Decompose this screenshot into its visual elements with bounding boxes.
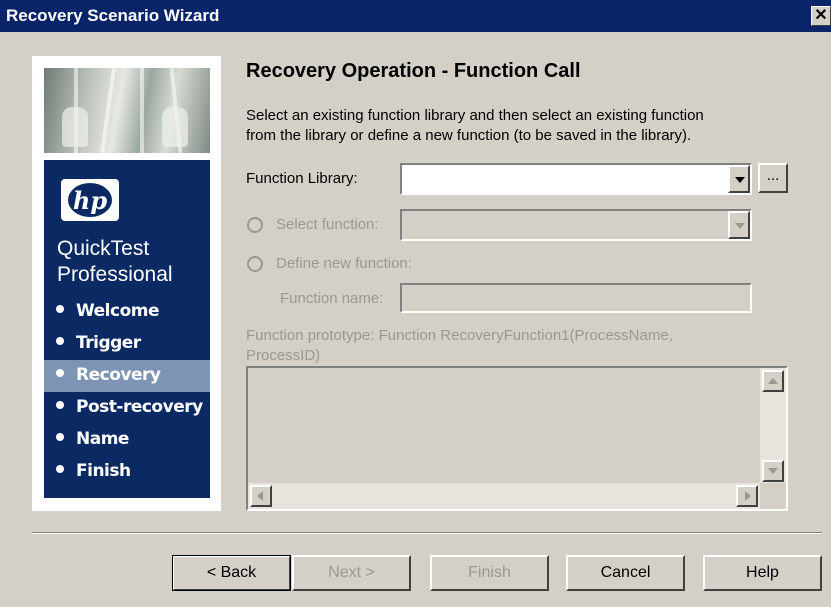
function-prototype-text: Function prototype: Function RecoveryFun…: [246, 326, 673, 366]
function-body-editor[interactable]: [246, 366, 788, 511]
divider: [32, 532, 822, 534]
step-trigger: Trigger: [44, 328, 210, 360]
step-label: Name: [76, 429, 129, 449]
title-bar: Recovery Scenario Wizard ✕: [0, 0, 831, 32]
select-function-radio[interactable]: [247, 217, 263, 233]
bullet-icon: [56, 369, 64, 377]
bullet-icon: [56, 465, 64, 473]
step-label: Post-recovery: [76, 397, 203, 417]
bullet-icon: [56, 433, 64, 441]
chevron-down-icon[interactable]: [728, 211, 750, 239]
horizontal-scrollbar[interactable]: [248, 483, 760, 509]
function-library-label: Function Library:: [246, 170, 358, 187]
step-welcome: Welcome: [44, 296, 210, 328]
wizard-sidebar: hp QuickTest Professional Welcome Trigge…: [32, 56, 221, 511]
scroll-right-icon[interactable]: [736, 485, 758, 507]
help-button[interactable]: Help: [703, 555, 822, 591]
instructions-line2: from the library or define a new functio…: [246, 127, 692, 144]
scroll-up-icon[interactable]: [762, 370, 784, 392]
step-finish: Finish: [44, 456, 210, 488]
select-function-label: Select function:: [276, 216, 379, 233]
wizard-steps-list: Welcome Trigger Recovery Post-recovery N…: [44, 296, 210, 488]
step-recovery: Recovery: [44, 360, 210, 392]
scroll-left-icon[interactable]: [250, 485, 272, 507]
define-new-function-radio[interactable]: [247, 256, 263, 272]
cancel-button[interactable]: Cancel: [566, 555, 685, 591]
scrollbar-corner: [760, 483, 786, 509]
function-library-combo[interactable]: [400, 163, 752, 195]
prototype-line2: ProcessID): [246, 347, 321, 364]
bullet-icon: [56, 337, 64, 345]
select-function-combo[interactable]: [400, 209, 752, 241]
close-icon: ✕: [814, 7, 828, 24]
product-name-line1: QuickTest: [57, 237, 150, 260]
bullet-icon: [56, 401, 64, 409]
finish-button[interactable]: Finish: [430, 555, 549, 591]
hp-logo: hp: [61, 179, 119, 221]
step-name: Name: [44, 424, 210, 456]
prototype-line1: Function prototype: Function RecoveryFun…: [246, 327, 673, 344]
function-name-label: Function name:: [280, 290, 384, 307]
lab-photo-image: [44, 68, 210, 153]
step-label: Finish: [76, 461, 131, 481]
product-name: QuickTest Professional: [57, 236, 173, 288]
product-name-line2: Professional: [57, 263, 173, 286]
step-post-recovery: Post-recovery: [44, 392, 210, 424]
vertical-scrollbar[interactable]: [760, 368, 786, 484]
scroll-down-icon[interactable]: [762, 460, 784, 482]
page-title: Recovery Operation - Function Call: [246, 60, 581, 82]
close-button[interactable]: ✕: [811, 6, 831, 26]
function-name-input[interactable]: [400, 283, 752, 313]
back-button[interactable]: < Back: [172, 555, 291, 591]
instructions-line1: Select an existing function library and …: [246, 107, 704, 124]
next-button[interactable]: Next >: [292, 555, 411, 591]
step-label: Recovery: [76, 365, 161, 385]
step-label: Welcome: [76, 301, 160, 321]
browse-button[interactable]: ...: [758, 163, 788, 193]
step-label: Trigger: [76, 333, 141, 353]
bullet-icon: [56, 305, 64, 313]
instructions: Select an existing function library and …: [246, 106, 806, 146]
wizard-steps-panel: hp QuickTest Professional Welcome Trigge…: [44, 160, 210, 498]
window-title: Recovery Scenario Wizard: [6, 6, 220, 25]
define-new-function-label: Define new function:: [276, 255, 412, 272]
chevron-down-icon[interactable]: [728, 165, 750, 193]
